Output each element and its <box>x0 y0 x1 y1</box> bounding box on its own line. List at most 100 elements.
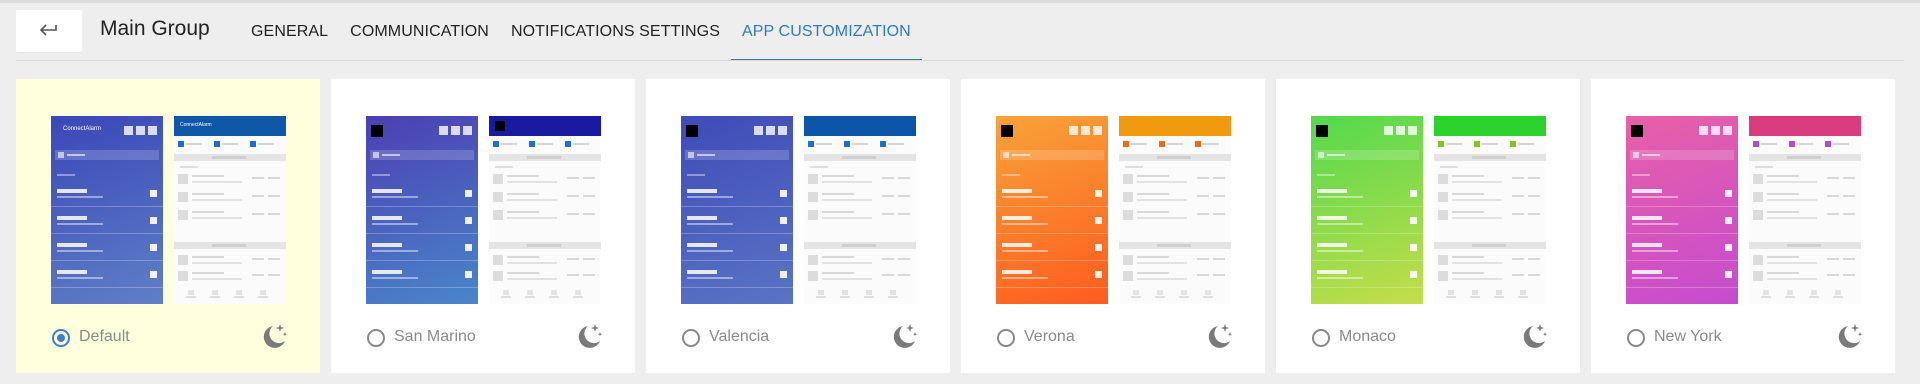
preview-item-row <box>1438 173 1542 187</box>
preview-toolbar-icons <box>754 126 787 135</box>
preview-logo <box>1001 125 1013 137</box>
theme-radio[interactable] <box>367 329 385 347</box>
theme-name: Default <box>79 328 130 345</box>
preview-checkboxes <box>178 141 282 149</box>
tab-communication[interactable]: COMMUNICATION <box>339 3 500 61</box>
preview-checkbox <box>178 141 202 147</box>
preview-header <box>804 116 916 136</box>
preview-search-bar <box>1315 150 1419 160</box>
back-button[interactable] <box>16 10 82 52</box>
preview-list-row <box>1626 234 1738 261</box>
preview-list-row <box>1626 207 1738 234</box>
theme-card-list: ConnectAlarm ConnectAlarm Default San Marin… <box>16 79 1895 373</box>
preview-bottom-nav <box>1123 288 1227 298</box>
preview-item-row <box>178 270 282 284</box>
preview-item-row <box>1123 173 1227 187</box>
theme-preview-home <box>1311 116 1423 304</box>
preview-toolbar-icons <box>1699 126 1732 135</box>
preview-header <box>1749 116 1861 136</box>
preview-item-row <box>1123 270 1227 284</box>
preview-item-row <box>493 191 597 205</box>
preview-list-row <box>1311 234 1423 261</box>
theme-name: Monaco <box>1339 328 1396 345</box>
preview-list-row <box>681 180 793 207</box>
preview-toolbar-icon <box>1408 126 1417 135</box>
preview-item-row <box>178 254 282 268</box>
preview-toolbar-icons <box>1069 126 1102 135</box>
preview-toolbar-icon <box>124 126 133 135</box>
dark-mode-moon-icon[interactable] <box>259 321 289 351</box>
preview-item-row <box>493 173 597 187</box>
preview-item-row <box>1438 270 1542 284</box>
tab-notifications-settings[interactable]: NOTIFICATIONS SETTINGS <box>500 3 731 61</box>
tab-app-customization[interactable]: APP CUSTOMIZATION <box>730 3 922 61</box>
preview-item-row <box>808 270 912 284</box>
theme-radio[interactable] <box>682 329 700 347</box>
preview-header: ConnectAlarm <box>174 116 286 136</box>
preview-checkbox <box>808 141 832 147</box>
preview-checkbox <box>844 141 868 147</box>
theme-card[interactable]: Monaco <box>1276 79 1580 373</box>
dark-mode-moon-icon[interactable] <box>1519 321 1549 351</box>
theme-card[interactable]: ConnectAlarm ConnectAlarm Default <box>16 79 320 373</box>
preview-separator <box>489 242 601 249</box>
preview-item-row <box>1123 191 1227 205</box>
preview-list-row <box>681 234 793 261</box>
preview-section-label <box>57 174 75 176</box>
theme-radio[interactable] <box>997 329 1015 347</box>
preview-bottom-nav <box>1438 288 1542 298</box>
dark-mode-moon-icon[interactable] <box>1834 321 1864 351</box>
theme-card[interactable]: Valencia <box>646 79 950 373</box>
preview-list-row <box>366 234 478 261</box>
preview-item-row <box>1753 173 1857 187</box>
preview-header <box>1119 116 1231 136</box>
preview-item-row <box>808 173 912 187</box>
theme-preview-detail <box>489 116 601 304</box>
preview-section-label <box>1317 174 1335 176</box>
preview-checkbox <box>1510 141 1534 147</box>
page-title: Main Group <box>100 17 210 40</box>
preview-list-row <box>996 180 1108 207</box>
preview-toolbar-icons <box>1384 126 1417 135</box>
dark-mode-moon-icon[interactable] <box>889 321 919 351</box>
preview-checkboxes <box>1123 141 1227 149</box>
preview-toolbar-icon <box>754 126 763 135</box>
preview-toolbar-icon <box>778 126 787 135</box>
theme-preview-detail <box>1749 116 1861 304</box>
theme-card[interactable]: San Marino <box>331 79 635 373</box>
preview-list-row <box>1626 261 1738 288</box>
preview-item-row <box>808 209 912 223</box>
preview-item-row <box>493 209 597 223</box>
theme-radio[interactable] <box>1312 329 1330 347</box>
preview-list-row <box>51 207 163 234</box>
theme-card[interactable]: Verona <box>961 79 1265 373</box>
preview-checkboxes <box>1753 141 1857 149</box>
preview-separator <box>1119 242 1231 249</box>
preview-item-row <box>493 270 597 284</box>
preview-toolbar-icon <box>1069 126 1078 135</box>
theme-preview-detail <box>804 116 916 304</box>
theme-radio[interactable] <box>1627 329 1645 347</box>
theme-radio[interactable] <box>52 329 70 347</box>
theme-name: New York <box>1654 328 1722 345</box>
preview-toolbar-icon <box>1093 126 1102 135</box>
preview-item-row <box>1753 209 1857 223</box>
preview-checkbox <box>1825 141 1849 147</box>
preview-checkbox <box>529 141 553 147</box>
theme-preview-home <box>681 116 793 304</box>
preview-separator <box>1749 242 1861 249</box>
dark-mode-moon-icon[interactable] <box>1204 321 1234 351</box>
preview-section-label <box>372 174 390 176</box>
preview-separator <box>1434 154 1546 161</box>
preview-search-bar <box>370 150 474 160</box>
preview-toolbar-icon <box>766 126 775 135</box>
preview-toolbar-icons <box>439 126 472 135</box>
preview-list-row <box>681 207 793 234</box>
preview-section-label <box>1002 174 1020 176</box>
theme-card[interactable]: New York <box>1591 79 1895 373</box>
dark-mode-moon-icon[interactable] <box>574 321 604 351</box>
preview-section-label <box>1632 174 1650 176</box>
preview-item-row <box>808 191 912 205</box>
tab-general[interactable]: GENERAL <box>240 3 339 61</box>
preview-search-bar <box>685 150 789 160</box>
